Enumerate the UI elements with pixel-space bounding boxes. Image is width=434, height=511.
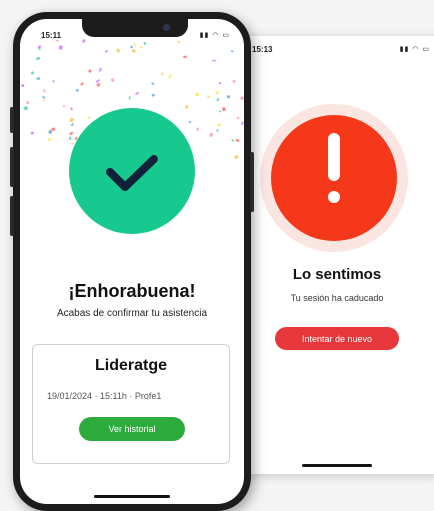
confetti-piece <box>215 90 220 95</box>
confetti-piece <box>196 127 200 131</box>
confetti-piece <box>235 138 240 143</box>
confetti-piece <box>161 72 164 75</box>
status-time: 15:13 <box>252 45 273 54</box>
home-indicator[interactable] <box>302 464 372 467</box>
confetti-piece <box>218 82 221 85</box>
status-time: 15:11 <box>41 31 62 40</box>
error-title: Lo sentimos <box>292 266 382 283</box>
confetti-piece <box>139 45 143 49</box>
confetti-piece <box>76 89 79 92</box>
confetti-piece <box>105 50 108 53</box>
confetti-piece <box>35 56 41 61</box>
home-indicator[interactable] <box>94 495 170 498</box>
confetti-piece <box>82 38 86 44</box>
status-icons: ▮▮ ◠ ▭ <box>199 32 230 39</box>
confetti-piece <box>88 69 92 73</box>
confetti-piece <box>131 48 137 54</box>
success-title: ¡Enhorabuena! <box>68 281 196 301</box>
confetti-piece <box>130 45 133 49</box>
view-history-button[interactable]: Ver historial <box>79 417 185 441</box>
confetti-piece <box>207 95 211 99</box>
confetti-piece <box>26 101 29 105</box>
confetti-piece <box>38 47 41 50</box>
confetti-piece <box>239 96 244 101</box>
confetti-piece <box>217 123 222 127</box>
retry-button[interactable]: Intentar de nuevo <box>275 327 399 350</box>
confetti-piece <box>30 131 34 135</box>
confetti-piece <box>151 93 155 97</box>
power-button <box>250 152 254 212</box>
session-card: Lideratge 19/01/2024 · 15:11h · Profe1 V… <box>32 344 230 464</box>
error-subtitle: Tu sesión ha caducado <box>290 293 384 303</box>
confetti-piece <box>143 42 147 45</box>
confetti-piece <box>23 106 28 111</box>
confetti-piece <box>218 110 222 113</box>
confetti-piece <box>63 105 65 108</box>
confetti-piece <box>216 97 220 102</box>
confetti-piece <box>128 96 131 100</box>
confetti-piece <box>151 82 155 86</box>
confetti-piece <box>116 48 121 53</box>
success-circle <box>69 108 195 234</box>
confetti-piece <box>230 50 234 53</box>
confetti-piece <box>58 45 63 50</box>
confetti-piece <box>216 129 219 133</box>
volume-down-button <box>10 196 14 236</box>
confetti-piece <box>133 43 137 47</box>
confetti-piece <box>241 121 244 125</box>
confetti-piece <box>221 107 226 112</box>
confetti-piece <box>51 127 56 131</box>
error-phone-screen: 15:13 ▮▮ ◠ ▭ Lo sentimos Tu sesión ha ca… <box>232 36 434 474</box>
session-title: Lideratge <box>94 357 167 374</box>
confetti-piece <box>135 91 140 96</box>
volume-up-button <box>10 147 14 187</box>
confetti-piece <box>234 154 239 160</box>
confetti-piece <box>177 40 181 44</box>
confetti-piece <box>95 82 101 88</box>
confetti-piece <box>195 92 199 97</box>
confetti-piece <box>43 89 46 93</box>
confetti-piece <box>42 95 46 99</box>
confetti-piece <box>21 84 25 87</box>
confetti-piece <box>30 71 35 75</box>
confetti-piece <box>209 132 213 137</box>
confetti-piece <box>167 74 172 79</box>
confetti-piece <box>80 82 84 86</box>
camera <box>163 24 170 31</box>
success-screen: 15:11 ▮▮ ◠ ▭ ¡Enhorabuena! Acabas de con… <box>20 19 244 504</box>
session-meta: 19/01/2024 · 15:11h · Profe1 <box>47 391 162 401</box>
confetti-piece <box>212 59 216 62</box>
side-button <box>10 107 14 133</box>
confetti-piece <box>183 55 187 59</box>
confetti-piece <box>226 95 231 99</box>
confetti-piece <box>110 78 115 83</box>
checkmark-icon <box>106 155 158 191</box>
confetti-piece <box>98 67 102 72</box>
confetti-piece <box>237 116 240 119</box>
confetti-piece <box>52 80 55 83</box>
confetti-piece <box>48 129 53 135</box>
success-subtitle: Acabas de confirmar tu asistencia <box>56 308 208 319</box>
confetti-piece <box>36 77 40 80</box>
confetti-piece <box>95 79 101 83</box>
confetti-piece <box>232 79 236 84</box>
confetti-piece <box>43 98 46 102</box>
confetti-piece <box>47 138 52 141</box>
success-phone: 15:11 ▮▮ ◠ ▭ ¡Enhorabuena! Acabas de con… <box>10 12 254 511</box>
status-icons: ▮▮ ◠ ▭ <box>399 46 430 53</box>
notch <box>82 19 188 37</box>
confetti-piece <box>231 139 235 142</box>
